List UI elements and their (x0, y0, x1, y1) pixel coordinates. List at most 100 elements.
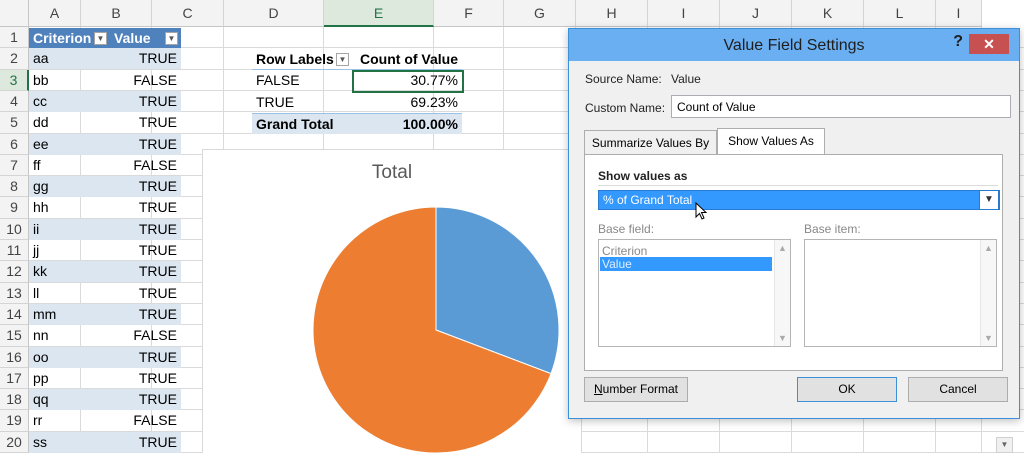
table-cell-criterion[interactable]: oo (29, 346, 110, 368)
table-cell-criterion[interactable]: qq (29, 389, 110, 411)
close-button[interactable]: ✕ (969, 34, 1009, 54)
scroll-up-icon[interactable]: ▲ (981, 243, 996, 253)
table-cell-value[interactable]: FALSE (110, 70, 181, 91)
column-header[interactable]: B (81, 0, 152, 27)
row-header[interactable]: 11 (0, 240, 29, 262)
row-header[interactable]: 13 (0, 282, 29, 304)
sheet-scroll-down-icon[interactable]: ▼ (996, 437, 1013, 453)
table-cell-value[interactable]: TRUE (110, 431, 181, 453)
table-cell-value[interactable]: TRUE (110, 261, 181, 283)
active-cell-E3[interactable] (352, 70, 464, 93)
pie-chart[interactable]: Total (202, 149, 582, 453)
table-cell-criterion[interactable]: kk (29, 261, 110, 283)
table-cell-value[interactable]: TRUE (110, 90, 181, 112)
table-cell-value[interactable]: TRUE (110, 176, 181, 198)
pivot-row-value[interactable]: 69.23% (352, 92, 462, 113)
table-cell-value[interactable]: TRUE (110, 48, 181, 70)
table-cell-value[interactable]: TRUE (110, 283, 181, 304)
scroll-down-icon[interactable]: ▼ (981, 333, 996, 343)
table-cell-criterion[interactable]: mm (29, 303, 110, 325)
table-cell-criterion[interactable]: ll (29, 283, 110, 304)
table-cell-value[interactable]: TRUE (110, 197, 181, 218)
table-cell-value[interactable]: TRUE (110, 112, 181, 133)
tab-summarize-values-by[interactable]: Summarize Values By (584, 130, 717, 155)
row-header[interactable]: 12 (0, 261, 29, 283)
table-cell-value[interactable]: FALSE (110, 155, 181, 176)
table-cell-criterion[interactable]: gg (29, 176, 110, 198)
table-cell-value[interactable]: TRUE (110, 303, 181, 325)
table-cell-criterion[interactable]: bb (29, 70, 110, 91)
pivot-row-labels-filter-icon[interactable]: ▼ (336, 53, 349, 66)
table-cell-criterion[interactable]: rr (29, 410, 110, 431)
base-item-scrollbar[interactable]: ▲ ▼ (980, 240, 996, 346)
column-header[interactable]: C (152, 0, 224, 27)
ok-button[interactable]: OK (797, 377, 897, 402)
table-cell-criterion[interactable]: ii (29, 218, 110, 240)
column-header[interactable]: A (29, 0, 81, 27)
row-header[interactable]: 9 (0, 197, 29, 219)
pivot-row-label[interactable]: FALSE (252, 70, 352, 91)
table-cell-value[interactable]: TRUE (110, 346, 181, 368)
pivot-grand-total-label[interactable]: Grand Total (252, 113, 352, 134)
row-header[interactable]: 7 (0, 154, 29, 177)
row-header[interactable]: 8 (0, 176, 29, 198)
row-header[interactable]: 14 (0, 303, 29, 326)
table-cell-criterion[interactable]: jj (29, 240, 110, 261)
row-header[interactable]: 19 (0, 410, 29, 432)
table-cell-criterion[interactable]: nn (29, 325, 110, 346)
list-item-selected[interactable]: Value (600, 257, 772, 271)
select-all-corner[interactable] (0, 0, 29, 27)
value-filter-icon[interactable]: ▼ (165, 32, 178, 45)
base-field-list[interactable]: Criterion Value ▲ ▼ (598, 239, 791, 347)
table-cell-value[interactable]: TRUE (110, 368, 181, 389)
table-cell-criterion[interactable]: ff (29, 155, 110, 176)
table-cell-value[interactable]: FALSE (110, 325, 181, 346)
custom-name-input[interactable]: Count of Value (671, 95, 1011, 118)
table-cell-value[interactable]: TRUE (110, 240, 181, 261)
row-header[interactable]: 18 (0, 389, 29, 411)
cancel-button[interactable]: Cancel (908, 377, 1008, 402)
column-header[interactable]: J (720, 0, 792, 27)
base-item-list[interactable]: ▲ ▼ (804, 239, 997, 347)
row-header[interactable]: 2 (0, 48, 29, 70)
table-cell-criterion[interactable]: ee (29, 133, 110, 155)
row-header[interactable]: 17 (0, 367, 29, 390)
table-cell-value[interactable]: TRUE (110, 133, 181, 155)
number-format-button[interactable]: Number Format (584, 377, 688, 402)
column-header[interactable]: F (434, 0, 504, 27)
table-cell-criterion[interactable]: dd (29, 112, 110, 133)
pivot-grand-total-value[interactable]: 100.00% (352, 113, 462, 134)
table-cell-value[interactable]: FALSE (110, 410, 181, 431)
column-header[interactable]: L (864, 0, 936, 27)
row-header[interactable]: 10 (0, 218, 29, 241)
pivot-header-count-of-value[interactable]: Count of Value (352, 49, 462, 70)
column-header[interactable]: G (504, 0, 576, 27)
chevron-down-icon[interactable]: ▼ (979, 190, 999, 210)
row-header[interactable]: 4 (0, 90, 29, 113)
row-header[interactable]: 6 (0, 133, 29, 155)
column-header[interactable]: H (576, 0, 648, 27)
row-header[interactable]: 16 (0, 346, 29, 368)
table-cell-value[interactable]: TRUE (110, 389, 181, 411)
column-header[interactable]: D (224, 0, 324, 27)
table-cell-criterion[interactable]: ss (29, 431, 110, 453)
help-button[interactable]: ? (953, 33, 963, 51)
scroll-up-icon[interactable]: ▲ (775, 243, 790, 253)
column-header[interactable]: I (936, 0, 982, 27)
row-header[interactable]: 1 (0, 27, 29, 49)
scroll-down-icon[interactable]: ▼ (775, 333, 790, 343)
table-cell-criterion[interactable]: cc (29, 90, 110, 112)
base-field-scrollbar[interactable]: ▲ ▼ (774, 240, 790, 346)
column-header[interactable]: K (792, 0, 864, 27)
list-item[interactable]: Criterion (602, 244, 647, 258)
row-header[interactable]: 5 (0, 112, 29, 134)
table-cell-value[interactable]: TRUE (110, 218, 181, 240)
criterion-filter-icon[interactable]: ▼ (94, 32, 107, 45)
show-values-as-dropdown[interactable]: % of Grand Total ▼ (598, 190, 1000, 210)
row-header[interactable]: 3 (0, 69, 29, 91)
table-cell-criterion[interactable]: hh (29, 197, 110, 218)
column-header[interactable]: E (324, 0, 434, 27)
row-header[interactable]: 15 (0, 325, 29, 347)
dialog-title-bar[interactable]: Value Field Settings ? ✕ (569, 29, 1019, 61)
table-cell-criterion[interactable]: aa (29, 48, 110, 70)
